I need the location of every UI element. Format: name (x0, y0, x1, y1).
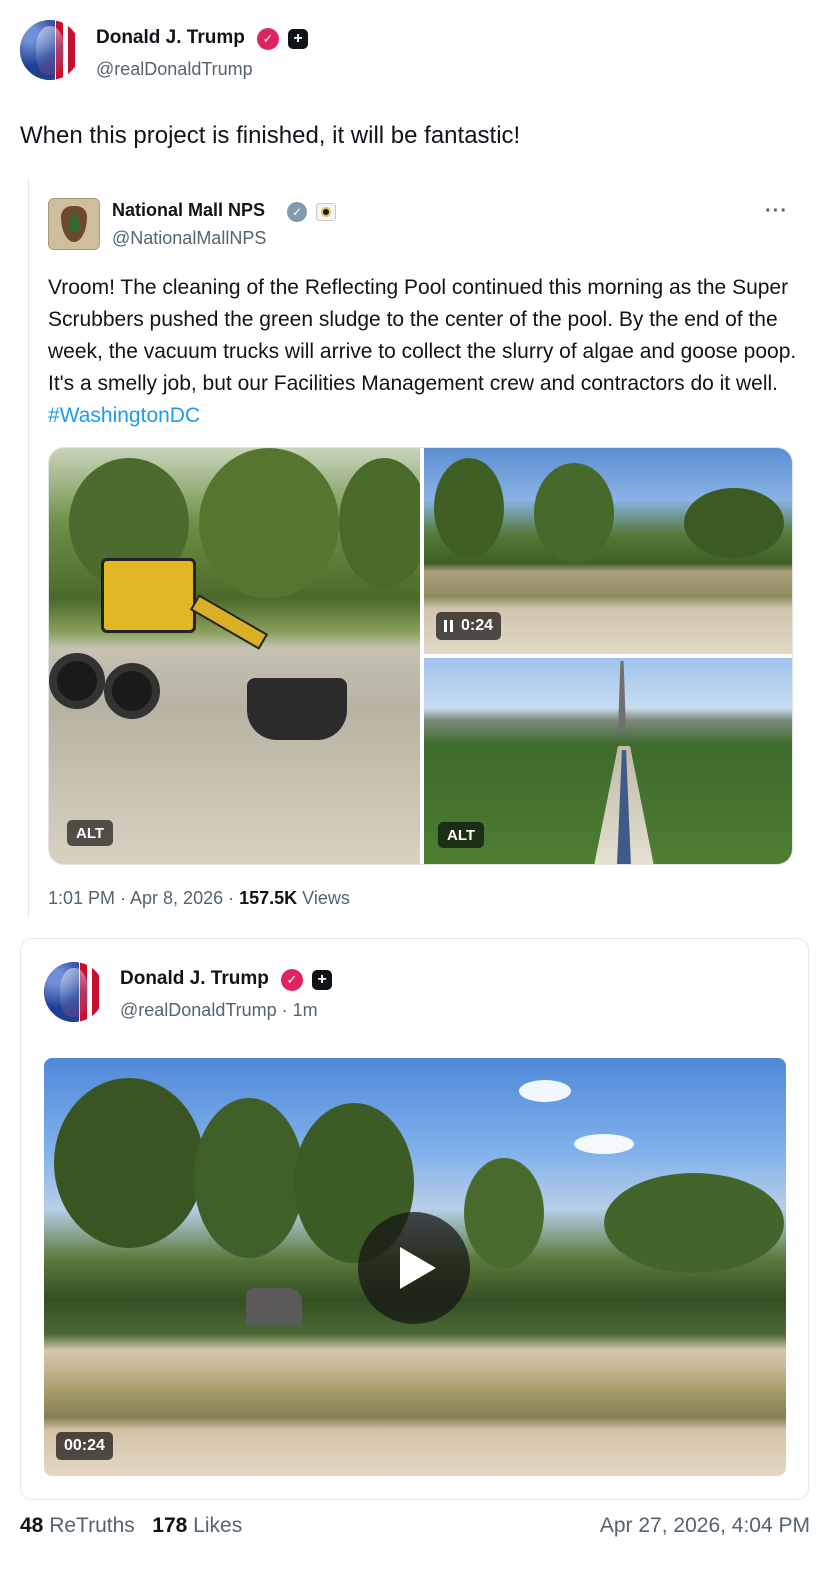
embedded-author-avatar[interactable] (44, 962, 104, 1022)
quoted-post-text: Vroom! The cleaning of the Reflecting Po… (48, 272, 800, 432)
media-video-pool[interactable]: 0:24 (424, 448, 792, 654)
tree (464, 1158, 544, 1268)
quoted-post-body: Vroom! The cleaning of the Reflecting Po… (48, 276, 797, 395)
alt-badge[interactable]: ALT (67, 820, 114, 846)
nps-arrowhead-logo-icon (61, 206, 87, 242)
avatar-face (35, 26, 65, 76)
loader-arm (189, 594, 269, 650)
cloud (574, 1134, 634, 1154)
quoted-author-handle[interactable]: @NationalMallNPS (112, 228, 266, 249)
video-duration: 00:24 (64, 1437, 105, 1454)
author-avatar[interactable] (20, 20, 80, 80)
video-duration-chip[interactable]: 00:24 (56, 1432, 113, 1460)
retruths-count[interactable]: 48 (20, 1514, 43, 1537)
tree (194, 1098, 304, 1258)
author-name[interactable]: Donald J. Trump (96, 27, 245, 49)
likes-label[interactable]: Likes (187, 1514, 242, 1537)
tree (604, 1173, 784, 1273)
views-label: Views (297, 888, 350, 908)
nps-avatar[interactable] (48, 198, 100, 250)
alt-badge[interactable]: ALT (438, 822, 485, 848)
plus-badge-icon: + (288, 29, 308, 49)
embedded-author-name[interactable]: Donald J. Trump (120, 968, 269, 990)
pause-icon[interactable] (444, 620, 453, 632)
tree (434, 458, 504, 558)
media-photo-mall[interactable]: ALT (424, 658, 792, 864)
tree (534, 463, 614, 563)
quoted-post-meta: 1:01 PM · Apr 8, 2026 · 157.5K Views (48, 888, 350, 909)
engagement-stats: 48 ReTruths 178 Likes (20, 1514, 242, 1538)
agency-badge-icon (316, 203, 336, 221)
loader-wheel (104, 663, 160, 719)
video-duration-chip[interactable]: 0:24 (436, 612, 502, 640)
quoted-post-time: 1:01 PM · Apr 8, 2026 · (48, 888, 240, 908)
likes-count[interactable]: 178 (152, 1514, 187, 1537)
avatar-face (59, 968, 89, 1018)
post-timestamp: Apr 27, 2026, 4:04 PM (599, 1514, 810, 1537)
tree (199, 448, 339, 598)
scrubber-vehicle (246, 1288, 302, 1326)
media-photo-loader[interactable]: ALT (49, 448, 420, 864)
post-text: When this project is finished, it will b… (20, 122, 521, 149)
more-options-icon[interactable]: ··· (765, 200, 788, 223)
video-duration: 0:24 (461, 617, 494, 634)
cloud (519, 1080, 571, 1102)
verified-check-icon: ✓ (257, 28, 279, 50)
loader-wheel (49, 653, 105, 709)
tree (684, 488, 784, 558)
retruths-label[interactable]: ReTruths (43, 1514, 135, 1537)
play-icon (400, 1247, 436, 1289)
play-button[interactable] (358, 1212, 470, 1324)
washington-monument (618, 661, 626, 731)
tree (339, 458, 420, 588)
views-count: 157.5K (239, 888, 298, 908)
verified-check-icon: ✓ (287, 202, 307, 222)
verified-check-icon: ✓ (281, 969, 303, 991)
author-handle[interactable]: @realDonaldTrump (96, 59, 253, 80)
plus-badge-icon: + (312, 970, 332, 990)
tree (54, 1078, 204, 1248)
media-grid[interactable]: ALT 0:24 ALT (48, 447, 793, 865)
hashtag-link[interactable]: #WashingtonDC (48, 404, 200, 427)
loader-cab (101, 558, 196, 633)
embedded-author-handle[interactable]: @realDonaldTrump · 1m (120, 1000, 318, 1021)
sweeper-brush (247, 678, 347, 740)
quoted-author-name[interactable]: National Mall NPS (112, 200, 265, 221)
